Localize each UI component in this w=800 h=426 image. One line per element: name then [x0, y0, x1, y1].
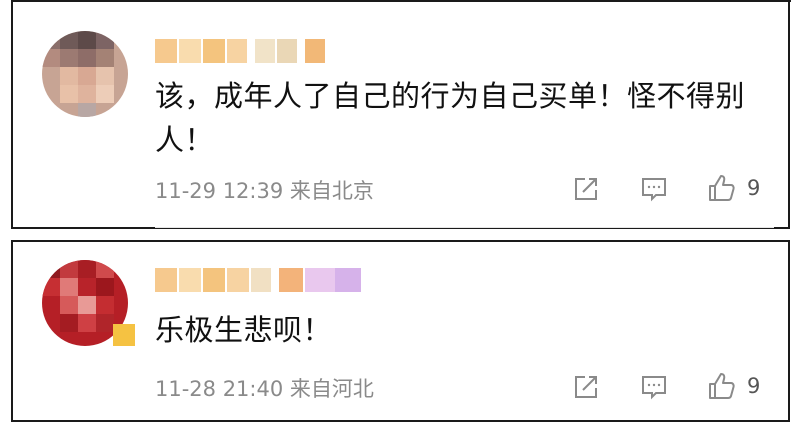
comment-item: 乐极生悲呗！ 11-28 21:40 来自河北 9: [11, 240, 790, 422]
share-icon[interactable]: [571, 174, 601, 204]
comment-icon[interactable]: [639, 174, 669, 204]
comment-meta: 11-28 21:40 来自河北: [155, 373, 374, 403]
divider: [155, 227, 774, 228]
comment-location: 来自北京: [289, 179, 374, 203]
comment-item: 该，成年人了自己的行为自己买单！怪不得别人！ 11-29 12:39 来自北京 …: [11, 2, 790, 229]
username-blurred[interactable]: [155, 268, 365, 294]
comment-meta: 11-29 12:39 来自北京: [155, 175, 374, 205]
share-icon[interactable]: [571, 372, 601, 402]
like-count: 9: [747, 176, 761, 200]
comment-icon[interactable]: [639, 372, 669, 402]
like-icon[interactable]: [706, 370, 738, 402]
comment-location: 来自河北: [289, 377, 374, 401]
username-blurred[interactable]: [155, 39, 335, 65]
verified-badge: [113, 324, 135, 346]
like-icon[interactable]: [706, 172, 738, 204]
comment-text: 乐极生悲呗！: [155, 313, 333, 347]
like-count: 9: [747, 374, 761, 398]
comment-text: 该，成年人了自己的行为自己买单！怪不得别人！: [155, 79, 746, 157]
comment-time: 11-29 12:39: [155, 179, 284, 203]
comment-time: 11-28 21:40: [155, 377, 284, 401]
avatar[interactable]: [42, 31, 128, 117]
